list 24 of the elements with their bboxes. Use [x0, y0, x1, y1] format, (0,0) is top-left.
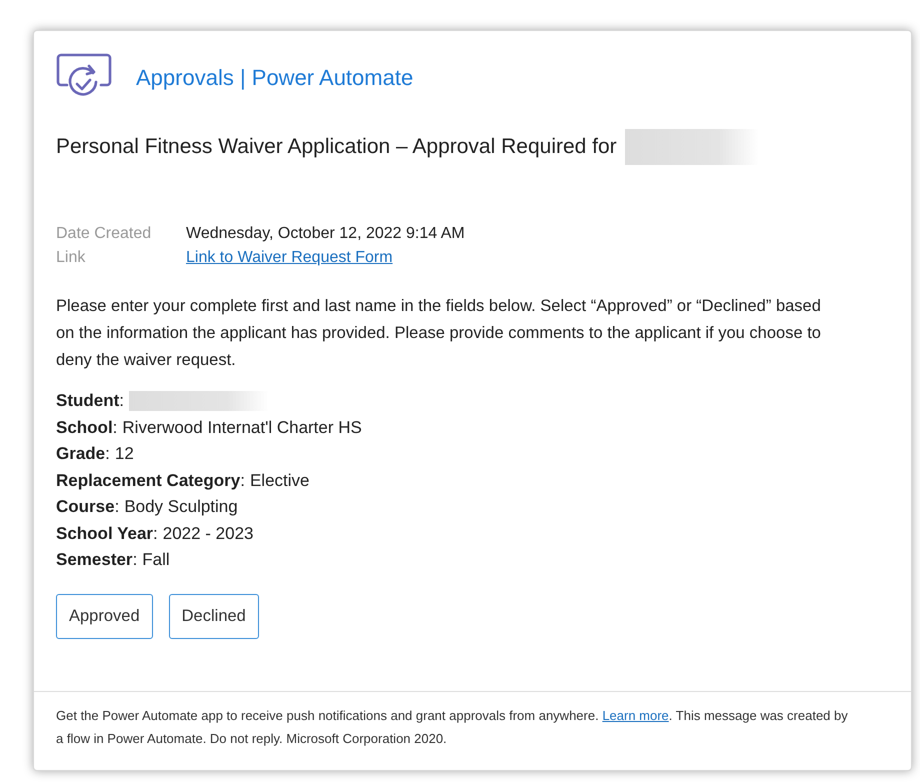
- detail-label: Semester:: [56, 549, 138, 571]
- meta-label: Date Created: [56, 225, 152, 243]
- response-button[interactable]: Approved: [56, 594, 153, 638]
- instructions-text: Please enter your complete first and last name in the fields below. Select “Approved” or “Declined” based on the information the applicant has provided. Please provide comments to the applicant if you choose to deny the waiver request.: [56, 296, 822, 371]
- detail-label: School:: [56, 416, 118, 438]
- header-title: Approvals | Power Automate: [136, 65, 414, 91]
- subject-heading: Personal Fitness Waiver Application – Approval Required for: [56, 135, 617, 159]
- response-button[interactable]: Declined: [168, 594, 259, 638]
- learn-more-link[interactable]: Learn more: [602, 708, 669, 723]
- detail-label: Grade:: [56, 443, 110, 465]
- detail-label: Replacement Category:: [56, 470, 245, 492]
- detail-value: Body Sculpting: [124, 496, 238, 518]
- meta-value: Wednesday, October 12, 2022 9:14 AM: [186, 225, 465, 243]
- footer-text: Get the Power Automate app to receive push notifications and grant approvals from anywhere. Learn more. This message was created by a flow in Power Automate. Do not reply. Microsoft Corporation 2020.: [56, 707, 849, 748]
- detail-value: Elective: [250, 470, 310, 492]
- form-link[interactable]: Link to Waiver Request Form: [186, 249, 465, 267]
- detail-value: 12: [114, 443, 134, 465]
- detail-label: Course:: [56, 496, 120, 518]
- detail-label: School Year:: [56, 522, 158, 544]
- detail-value: Fall: [142, 549, 170, 571]
- detail-value: 2022 - 2023: [162, 522, 254, 544]
- detail-label: Student:: [56, 390, 124, 412]
- detail-value: Riverwood Internat'l Charter HS: [122, 416, 362, 438]
- meta-label: Link: [56, 249, 86, 267]
